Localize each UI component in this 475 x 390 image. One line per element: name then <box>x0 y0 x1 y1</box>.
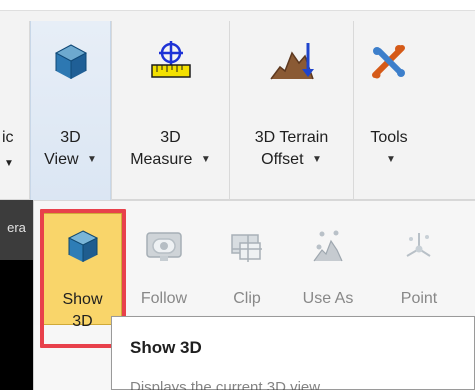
partial-dropdown-arrow-icon: ▼ <box>4 158 14 169</box>
point-button[interactable]: Point <box>382 213 456 325</box>
dropdown-items-row: Show 3D Follow Clip Use As Point <box>34 201 475 330</box>
terrain-offset-icon <box>268 39 316 87</box>
point-icon <box>397 225 441 269</box>
use-as-label: Use As <box>302 290 354 307</box>
tooltip-description: Displays the current 3D view <box>130 379 321 390</box>
screenshot-root: ic ▼ 3D View ▼ 3D Measure ▼ 3D Terrain O… <box>0 0 475 390</box>
follow-button[interactable]: Follow <box>127 213 201 325</box>
use-as-icon <box>306 225 350 269</box>
view-3d-label-line1: 3D <box>60 129 81 146</box>
use-as-button[interactable]: Use As <box>291 213 365 325</box>
show-3d-tooltip: Show 3D Displays the current 3D view <box>111 316 475 390</box>
dropdown-arrow-icon: ▼ <box>311 153 322 165</box>
point-label: Point <box>400 290 438 307</box>
measure-3d-label-line1: 3D <box>160 129 181 146</box>
ribbon: ic ▼ 3D View ▼ 3D Measure ▼ 3D Terrain O… <box>0 10 475 201</box>
top-strip <box>0 0 475 10</box>
partial-ribbon-button[interactable]: ic ▼ <box>0 21 29 201</box>
show-3d-label-line1: Show <box>62 291 103 308</box>
measure-3d-label-line2: Measure ▼ <box>112 151 229 169</box>
tools-button[interactable]: Tools ▼ <box>354 21 424 201</box>
measure-3d-label-text: Measure <box>130 151 193 168</box>
view-3d-button[interactable]: 3D View ▼ <box>30 21 111 201</box>
tooltip-title: Show 3D <box>130 338 202 357</box>
tools-label: Tools <box>370 129 408 146</box>
partial-button-label: ic <box>2 129 14 146</box>
dropdown-arrow-icon: ▼ <box>200 153 211 165</box>
terrain-offset-label-text: Offset <box>261 151 304 168</box>
view-3d-label-text: View <box>44 151 79 168</box>
black-panel <box>0 260 33 390</box>
ribbon-group-terrain-offset: 3D Terrain Offset ▼ <box>230 21 354 201</box>
clip-button[interactable]: Clip <box>210 213 284 325</box>
ribbon-group-3d-measure: 3D Measure ▼ <box>112 21 230 201</box>
terrain-offset-label-line1: 3D Terrain <box>254 129 329 146</box>
left-partial-text: era <box>7 220 26 235</box>
show-3d-icon <box>61 226 105 270</box>
show-3d-button[interactable]: Show 3D <box>43 213 122 330</box>
ribbon-group-tools: Tools ▼ <box>354 21 424 201</box>
tools-icon <box>365 39 413 87</box>
follow-icon <box>142 225 186 269</box>
tools-dropdown-line: ▼ <box>354 151 424 169</box>
dropdown-arrow-icon: ▼ <box>86 153 97 165</box>
follow-label: Follow <box>140 290 188 307</box>
dropdown-arrow-icon: ▼ <box>386 153 396 165</box>
ribbon-group-3d-view: 3D View ▼ <box>30 21 112 201</box>
clip-label: Clip <box>233 290 261 307</box>
measure-icon <box>147 39 195 87</box>
clip-icon <box>225 225 269 269</box>
show-3d-label-line2: 3D <box>72 313 93 330</box>
view-3d-label-line2: View ▼ <box>31 151 110 169</box>
ribbon-group-partial: ic ▼ <box>0 21 30 201</box>
terrain-offset-button[interactable]: 3D Terrain Offset ▼ <box>230 21 353 201</box>
terrain-offset-label-line2: Offset ▼ <box>230 151 353 169</box>
measure-3d-button[interactable]: 3D Measure ▼ <box>112 21 229 201</box>
cube-icon <box>47 39 95 87</box>
